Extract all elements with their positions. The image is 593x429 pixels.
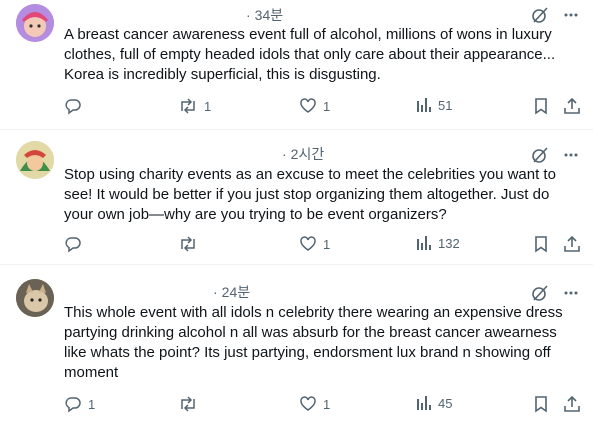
post-time[interactable]: 2시간 [291,146,325,162]
repost-icon [178,235,198,253]
action-bar: 1 1 45 [64,395,581,417]
avatar[interactable] [16,4,54,42]
bookmark-button[interactable] [533,97,549,115]
like-icon [299,235,317,253]
repost-icon [178,395,198,413]
more-icon[interactable] [563,7,579,23]
action-bar: 1 1 51 [64,97,581,119]
post-text: This whole event with all idols n celebr… [64,304,563,381]
share-icon [563,235,581,253]
post-time[interactable]: 34분 [255,7,283,23]
view-count: 51 [438,97,453,113]
post-meta: · 2시간 [282,146,325,162]
repost-button[interactable] [178,395,204,413]
views-icon [416,97,432,113]
reply-button[interactable]: 1 [64,395,95,413]
bookmark-button[interactable] [533,395,549,413]
reply-count: 1 [88,396,96,412]
more-icon[interactable] [563,285,579,301]
grok-icon[interactable] [531,6,549,24]
post-time[interactable]: 24분 [222,284,250,300]
share-button[interactable] [563,97,581,115]
bookmark-icon [533,235,549,253]
reply-button[interactable] [64,235,88,253]
like-count: 1 [323,396,331,412]
repost-count: 1 [204,98,212,114]
share-icon [563,395,581,413]
like-count: 1 [323,98,331,114]
view-count: 132 [438,235,460,251]
grok-icon[interactable] [531,146,549,164]
views-button[interactable]: 51 [416,97,452,113]
avatar[interactable] [16,141,54,179]
more-icon[interactable] [563,147,579,163]
view-count: 45 [438,395,453,411]
like-count: 1 [323,236,331,252]
like-button[interactable]: 1 [299,395,330,413]
bookmark-icon [533,97,549,115]
grok-icon[interactable] [531,284,549,302]
post-3[interactable]: · 24분 This whole event with all idols n c… [0,265,593,429]
post-2[interactable]: · 2시간 Stop using charity events as an exc… [0,130,593,265]
post-1[interactable]: · 34분 A breast cancer awareness event ful… [0,0,593,130]
views-button[interactable]: 132 [416,235,460,251]
bookmark-icon [533,395,549,413]
reply-icon [64,395,82,413]
share-icon [563,97,581,115]
post-text: Stop using charity events as an excuse t… [64,166,556,223]
like-button[interactable]: 1 [299,235,330,253]
post-meta: · 34분 [246,7,284,23]
reply-icon [64,235,82,253]
bookmark-button[interactable] [533,235,549,253]
views-icon [416,395,432,411]
views-icon [416,235,432,251]
like-button[interactable]: 1 [299,97,330,115]
post-meta: · 24분 [213,284,251,300]
like-icon [299,97,317,115]
share-button[interactable] [563,395,581,413]
repost-button[interactable] [178,235,204,253]
post-text: A breast cancer awareness event full of … [64,26,556,83]
share-button[interactable] [563,235,581,253]
repost-button[interactable]: 1 [178,97,211,115]
reply-icon [64,97,82,115]
avatar[interactable] [16,279,54,317]
like-icon [299,395,317,413]
reply-button[interactable] [64,97,88,115]
repost-icon [178,97,198,115]
action-bar: 1 132 [64,235,581,257]
views-button[interactable]: 45 [416,395,452,411]
